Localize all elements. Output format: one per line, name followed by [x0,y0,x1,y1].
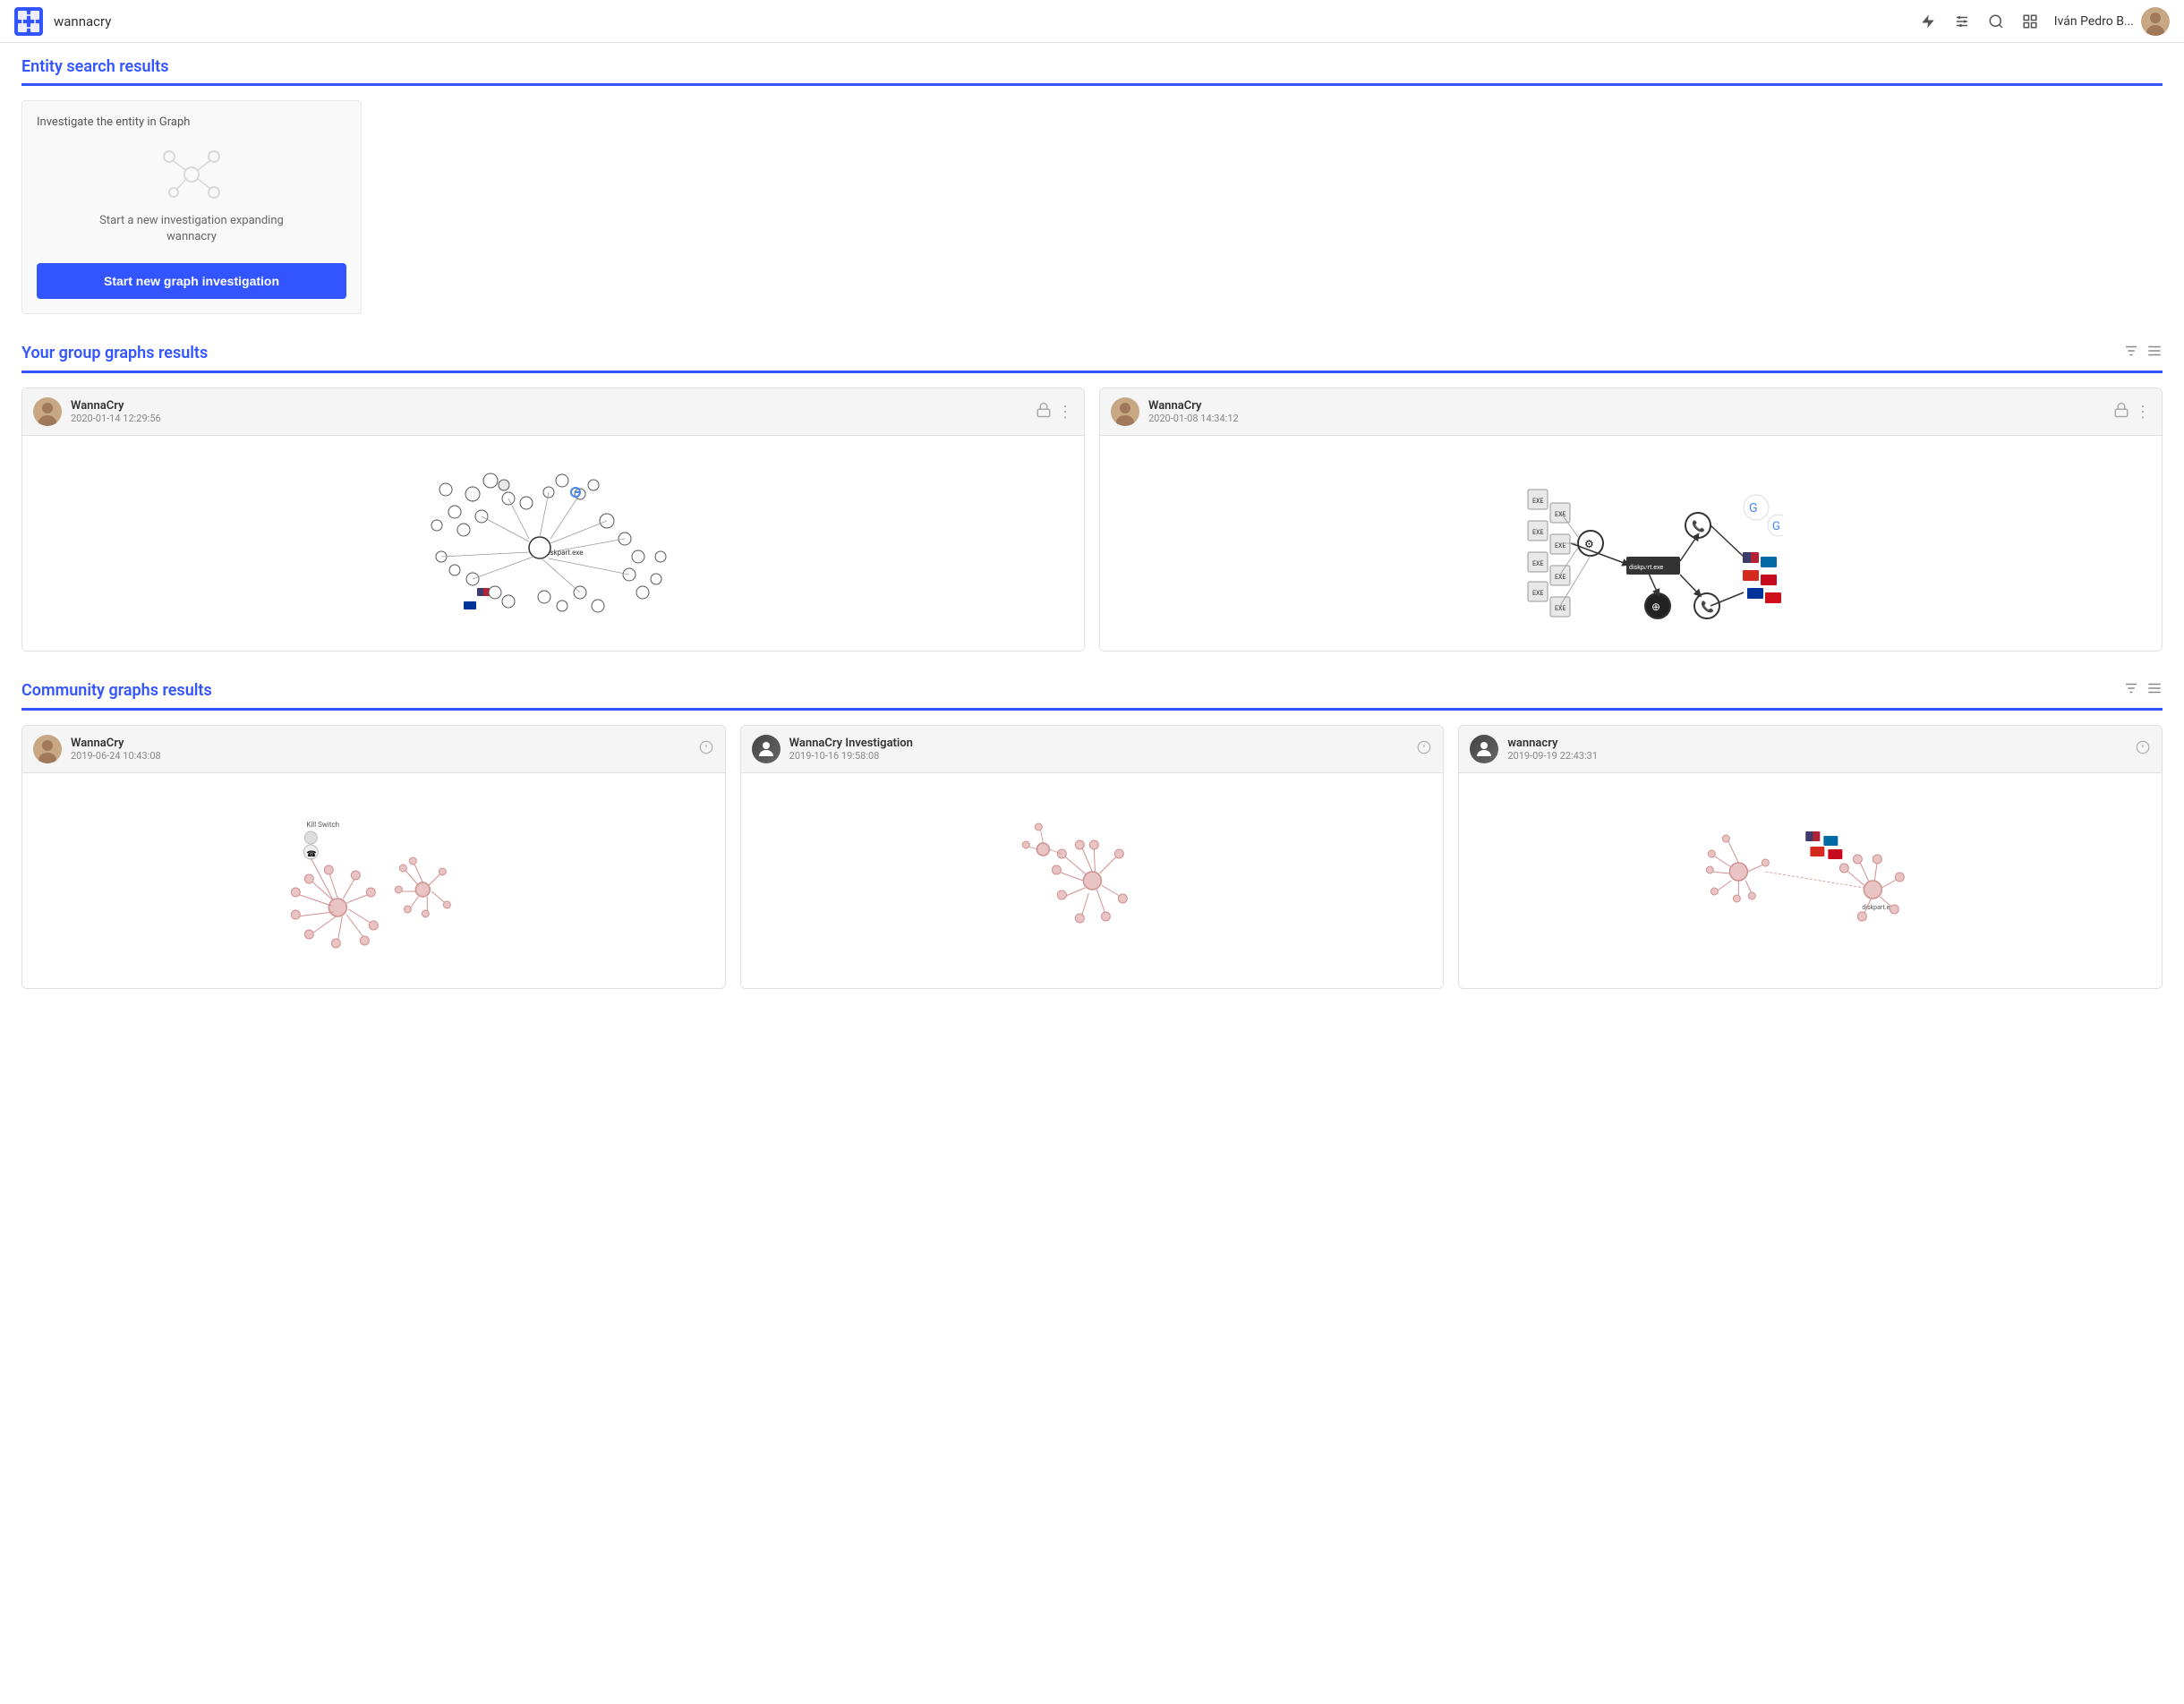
entity-panel: Investigate the entity in Graph Start a … [21,100,362,314]
svg-text:EXE: EXE [1555,574,1565,581]
community-card-2-actions [1416,739,1432,759]
community-card-2-header: WannaCry Investigation 2019-10-16 19:58:… [741,726,1444,773]
community-card-1-actions [698,739,714,759]
group-card-1-name: WannaCry [71,399,1036,413]
group-card-2-body[interactable]: diskpart.exe diskpart.exe EXE EXE EXE EX… [1100,436,2162,651]
main-content: Entity search results Investigate the en… [0,43,2184,1003]
svg-text:☎: ☎ [306,850,316,859]
group-graphs-grid: WannaCry 2020-01-14 12:29:56 ⋮ diskpart.… [21,388,2163,652]
app-header: wannacry Iván Pedro B... [0,0,2184,43]
network-graph-1: diskpart.exe [401,440,705,646]
community-network-2 [741,791,1444,970]
group-card-2-avatar [1111,397,1139,426]
entity-section-title: Entity search results [21,57,169,76]
community-card-1-info: WannaCry 2019-06-24 10:43:08 [71,737,698,762]
community-icon-2 [1416,739,1432,759]
svg-text:⊕: ⊕ [1651,601,1660,613]
community-card-3-body[interactable]: diskpart.exe [1459,773,2162,988]
group-card-1-date: 2020-01-14 12:29:56 [71,413,1036,424]
community-section-title: Community graphs results [21,681,212,700]
network-graph-2: diskpart.exe diskpart.exe EXE EXE EXE EX… [1479,440,1783,646]
sliders-icon[interactable] [1952,12,1972,31]
community-graph-card-3: wannacry 2019-09-19 22:43:31 [1458,725,2163,989]
group-card-1-actions: ⋮ [1036,402,1073,422]
filter-icon[interactable] [2123,343,2139,363]
svg-text:📞: 📞 [1692,519,1705,532]
search-query-text: wannacry [54,13,1918,30]
community-network-1: Kill Switch ☎ [22,791,725,970]
header-icons: Iván Pedro B... [1918,7,2170,36]
group-graphs-section-header: Your group graphs results [21,343,2163,373]
group-card-2-name: WannaCry [1148,399,2113,413]
group-card-1-body[interactable]: diskpart.exe [22,436,1084,651]
group-card-1-avatar [33,397,62,426]
community-graphs-grid: WannaCry 2019-06-24 10:43:08 Kill Switch [21,725,2163,989]
community-graph-card-1: WannaCry 2019-06-24 10:43:08 Kill Switch [21,725,726,989]
svg-text:G: G [1772,520,1780,533]
list-view-icon[interactable] [2146,343,2163,363]
community-card-3-name: wannacry [1507,737,2135,750]
group-card-1-info: WannaCry 2020-01-14 12:29:56 [71,399,1036,424]
community-card-2-name: WannaCry Investigation [789,737,1417,750]
more-menu-icon-1[interactable]: ⋮ [1057,403,1073,422]
svg-text:G: G [1749,501,1758,515]
search-icon[interactable] [1986,12,2006,31]
group-card-2-date: 2020-01-08 14:34:12 [1148,413,2113,424]
community-network-3: diskpart.exe [1459,791,2162,970]
entity-panel-label: Investigate the entity in Graph [37,115,346,129]
lock-icon-2 [2113,402,2129,422]
graph-network-icon [37,143,346,206]
svg-text:EXE: EXE [1532,560,1543,567]
svg-text:Kill Switch: Kill Switch [306,821,339,829]
community-section-actions [2123,680,2163,701]
community-card-2-date: 2019-10-16 19:58:08 [789,750,1417,762]
entity-section-header: Entity search results [21,57,2163,86]
app-logo[interactable] [14,7,43,36]
group-graphs-title: Your group graphs results [21,344,208,362]
lock-icon-1 [1036,402,1052,422]
community-card-3-info: wannacry 2019-09-19 22:43:31 [1507,737,2135,762]
community-icon-1 [698,739,714,759]
community-card-1-date: 2019-06-24 10:43:08 [71,750,698,762]
group-graph-card-2: WannaCry 2020-01-08 14:34:12 ⋮ diskpart.… [1099,388,2163,652]
user-avatar [2141,7,2170,36]
svg-text:EXE: EXE [1532,529,1543,536]
community-card-1-body[interactable]: Kill Switch ☎ [22,773,725,988]
bolt-icon[interactable] [1918,12,1938,31]
community-card-2-body[interactable] [741,773,1444,988]
group-card-2-actions: ⋮ [2113,402,2151,422]
community-list-view-icon[interactable] [2146,680,2163,701]
svg-text:EXE: EXE [1532,590,1543,597]
more-menu-icon-2[interactable]: ⋮ [2135,403,2151,422]
entity-description: Start a new investigation expanding wann… [37,213,346,245]
community-card-1-name: WannaCry [71,737,698,750]
section-actions [2123,343,2163,363]
group-graph-card-1-header: WannaCry 2020-01-14 12:29:56 ⋮ [22,388,1084,436]
group-graph-card-2-header: WannaCry 2020-01-08 14:34:12 ⋮ [1100,388,2162,436]
user-menu[interactable]: Iván Pedro B... [2054,7,2170,36]
svg-text:EXE: EXE [1532,498,1543,505]
svg-text:EXE: EXE [1555,605,1565,612]
grid-icon[interactable] [2020,12,2040,31]
community-section-header: Community graphs results [21,680,2163,711]
group-graph-card-1: WannaCry 2020-01-14 12:29:56 ⋮ diskpart.… [21,388,1085,652]
community-card-1-avatar [33,735,62,763]
community-card-3-date: 2019-09-19 22:43:31 [1507,750,2135,762]
group-card-2-info: WannaCry 2020-01-08 14:34:12 [1148,399,2113,424]
svg-text:📞: 📞 [1701,600,1714,613]
community-card-2-info: WannaCry Investigation 2019-10-16 19:58:… [789,737,1417,762]
community-card-1-header: WannaCry 2019-06-24 10:43:08 [22,726,725,773]
community-card-3-actions [2135,739,2151,759]
user-name: Iván Pedro B... [2054,14,2134,29]
start-investigation-button[interactable]: Start new graph investigation [37,263,346,299]
community-graph-card-2: WannaCry Investigation 2019-10-16 19:58:… [740,725,1445,989]
community-card-3-avatar [1470,735,1498,763]
community-card-2-avatar [752,735,781,763]
community-filter-icon[interactable] [2123,680,2139,701]
community-card-3-header: wannacry 2019-09-19 22:43:31 [1459,726,2162,773]
community-icon-3 [2135,739,2151,759]
